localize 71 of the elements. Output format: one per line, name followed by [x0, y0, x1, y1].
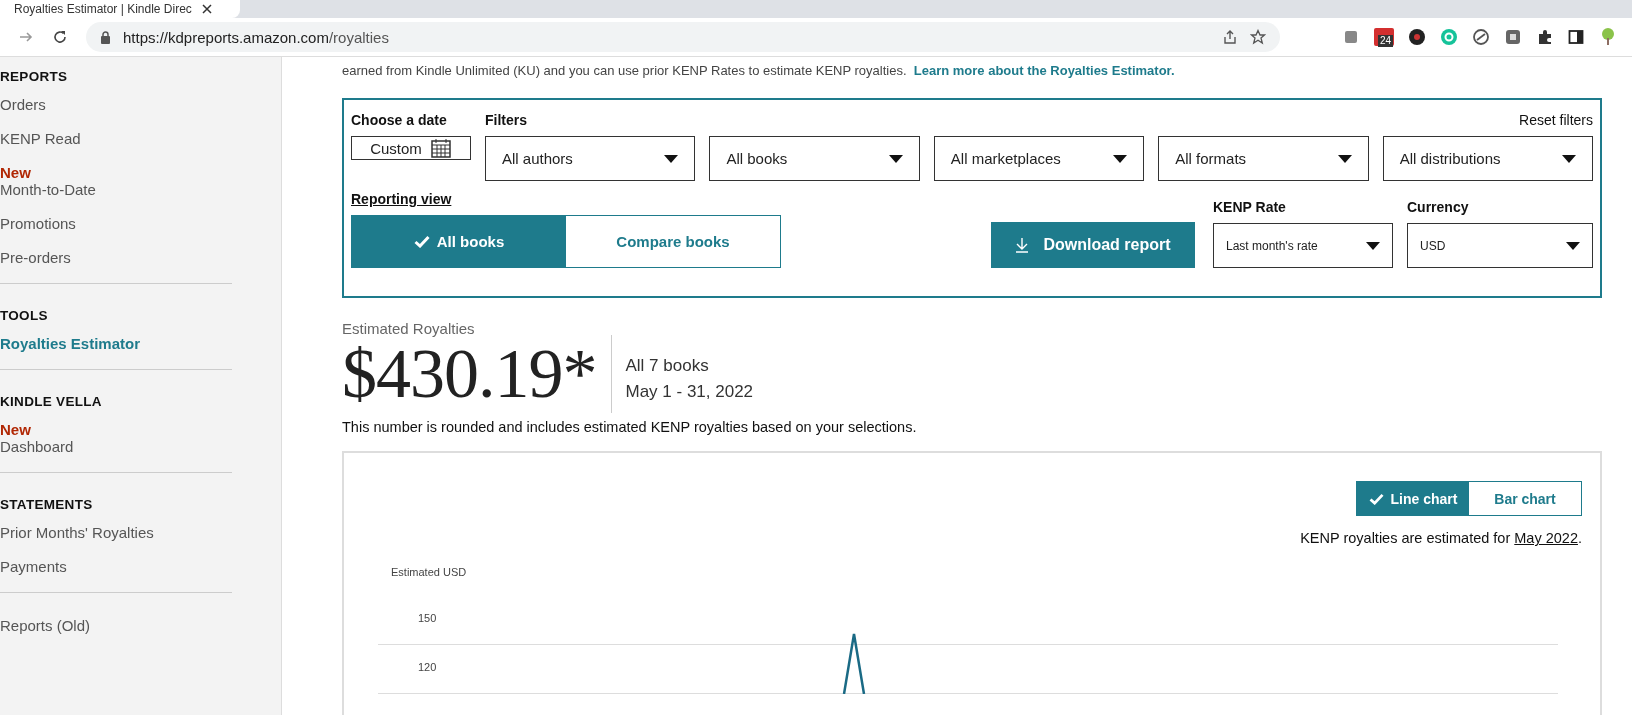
- browser-tab[interactable]: Royalties Estimator | Kindle Direc: [0, 0, 240, 18]
- sidebar-link[interactable]: KENP Read: [0, 130, 281, 148]
- kenp-rate-label: KENP Rate: [1213, 199, 1287, 215]
- line-series: [842, 632, 866, 694]
- sidebar-link[interactable]: Payments: [0, 558, 281, 576]
- check-icon: [413, 235, 430, 248]
- calendar-extension-icon[interactable]: 24: [1374, 28, 1394, 46]
- filter-dropdown[interactable]: All marketplaces: [933, 136, 1145, 181]
- download-icon: [1015, 237, 1030, 253]
- estimate-label: Estimated Royalties: [342, 320, 476, 337]
- new-label: New: [0, 421, 32, 438]
- view-toggle[interactable]: All books: [352, 216, 566, 267]
- sidebar-link[interactable]: Orders: [0, 96, 281, 114]
- sidebar-link[interactable]: Reports (Old): [0, 617, 281, 635]
- box-extension-icon[interactable]: [1504, 28, 1522, 46]
- sidebar-link[interactable]: Pre-orders: [0, 249, 281, 267]
- puzzle-icon[interactable]: [1536, 28, 1554, 46]
- caret-icon: [1366, 241, 1380, 250]
- sidebar-link[interactable]: Month-to-Date: [0, 181, 281, 199]
- section-heading: REPORTS: [0, 69, 69, 84]
- filter-dropdown[interactable]: All authors: [485, 136, 696, 181]
- y-tick-label: 120: [418, 661, 437, 673]
- caret-icon: [1337, 154, 1352, 163]
- close-icon: [201, 4, 212, 14]
- month-link[interactable]: May 2022: [1514, 530, 1578, 546]
- section-heading: KINDLE VELLA: [0, 394, 103, 409]
- rounding-note: This number is rounded and includes estimated KENP royalties based on your selections.: [342, 419, 918, 435]
- sidebar-link[interactable]: Promotions: [0, 215, 281, 233]
- filter-dropdown[interactable]: All formats: [1158, 136, 1369, 181]
- sidebar-link[interactable]: Royalties Estimator: [0, 335, 281, 353]
- y-axis-label: Estimated USD: [391, 566, 468, 578]
- reporting-view-label: Reporting view: [351, 191, 453, 207]
- check-icon: [1368, 492, 1384, 505]
- side-panel-icon[interactable]: [1568, 29, 1584, 45]
- filter-dropdown[interactable]: All books: [709, 136, 920, 181]
- filters-label: Filters: [485, 112, 527, 128]
- caret-icon: [1562, 154, 1577, 163]
- date-range: May 1 - 31, 2022: [625, 382, 754, 402]
- download-report-button[interactable]: Download report: [991, 222, 1195, 268]
- sidebar-link[interactable]: Prior Months' Royalties: [0, 524, 281, 542]
- lock-icon: [100, 30, 111, 44]
- filter-dropdown[interactable]: All distributions: [1382, 136, 1594, 181]
- extension-icon[interactable]: [1344, 29, 1360, 45]
- new-label: New: [0, 164, 32, 181]
- date-picker[interactable]: Custom: [351, 136, 471, 160]
- sidebar-link[interactable]: Dashboard: [0, 438, 281, 456]
- currency-label: Currency: [1407, 199, 1470, 215]
- caret-icon: [888, 154, 903, 163]
- section-heading: STATEMENTS: [0, 497, 94, 512]
- caret-icon: [1566, 241, 1580, 250]
- reset-filters-link[interactable]: Reset filters: [1519, 112, 1593, 128]
- calendar-icon: [429, 137, 452, 159]
- intro-text: earned from Kindle Unlimited (KU) and you can use prior KENP Rates to estimate KENP royalties. Learn more about the Royalties Estimator.: [342, 63, 1176, 78]
- currency-dropdown[interactable]: USD: [1407, 223, 1593, 268]
- chart-type-toggle[interactable]: Line chart: [1357, 482, 1469, 515]
- address-bar[interactable]: https://kdpreports.amazon.com/royalties: [86, 22, 1280, 52]
- circle-slash-icon[interactable]: [1472, 28, 1490, 46]
- date-label: Choose a date: [351, 112, 448, 128]
- reload-icon[interactable]: [52, 29, 68, 45]
- kenp-rate-dropdown[interactable]: Last month's rate: [1213, 223, 1393, 268]
- caret-icon: [1113, 154, 1128, 163]
- caret-icon: [664, 154, 679, 163]
- royalty-amount: $430.19*: [342, 338, 597, 410]
- share-icon[interactable]: [1222, 29, 1238, 45]
- kenp-estimate-note: KENP royalties are estimated for May 2022.: [1299, 530, 1582, 546]
- star-icon[interactable]: [1250, 29, 1266, 45]
- section-heading: TOOLS: [0, 308, 49, 323]
- learn-more-link[interactable]: Learn more about the Royalties Estimator.: [913, 63, 1175, 78]
- notification-badge: 24: [1378, 35, 1394, 47]
- y-tick-label: 150: [418, 612, 437, 624]
- books-count: All 7 books: [625, 356, 710, 376]
